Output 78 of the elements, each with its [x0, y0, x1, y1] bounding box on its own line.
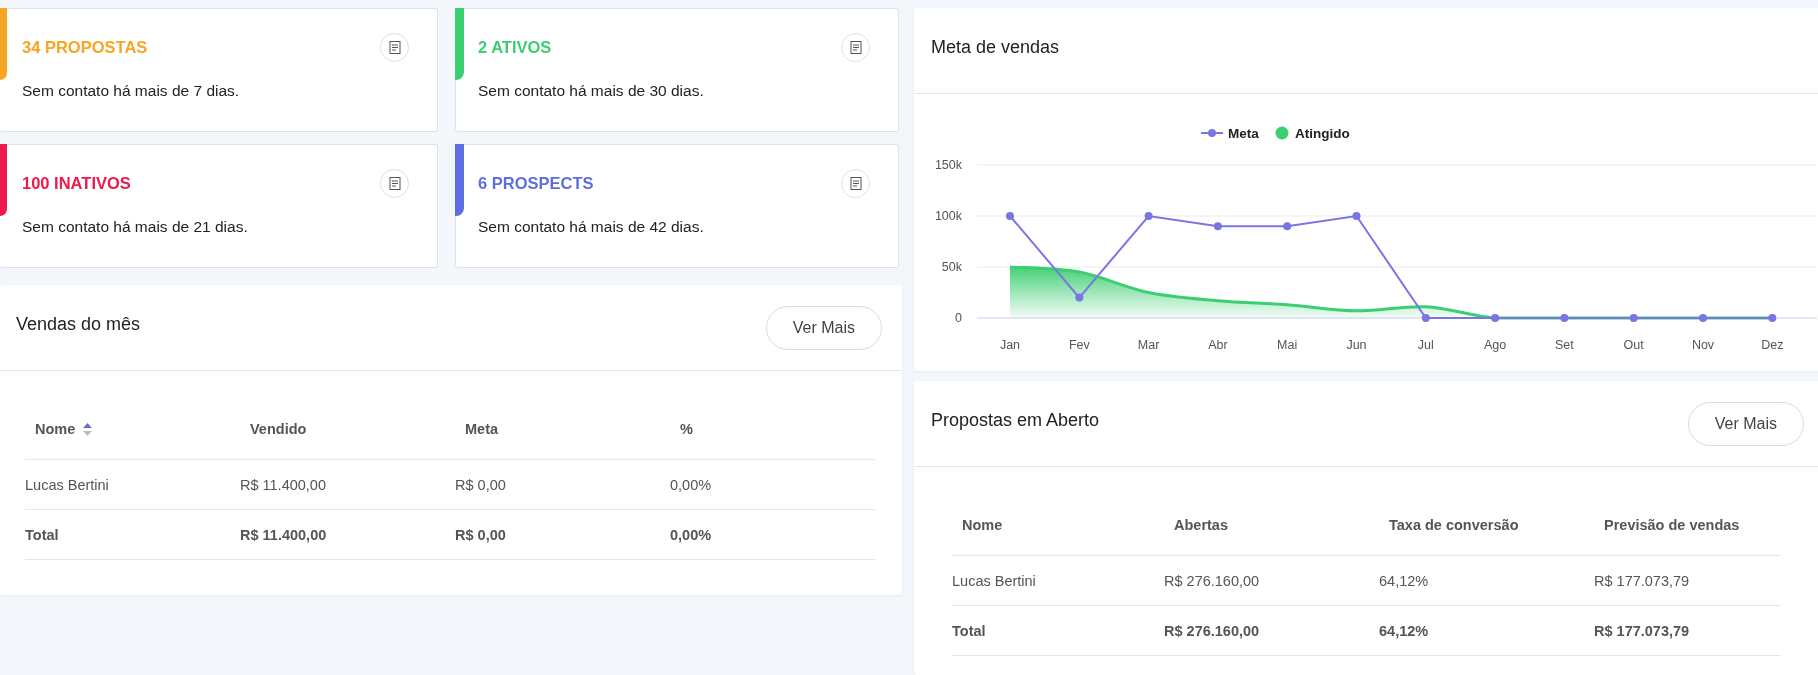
line-point — [1699, 314, 1707, 322]
x-tick-label: Set — [1555, 338, 1574, 352]
total-cell: 0,00% — [670, 526, 712, 543]
see-more-button[interactable]: Ver Mais — [765, 305, 882, 350]
column-header: Vendido — [250, 421, 307, 437]
alert-title: 34 PROPOSTAS — [22, 38, 148, 57]
column-header: % — [680, 421, 693, 437]
column-header[interactable]: Nome — [35, 421, 76, 437]
line-point — [1213, 222, 1222, 231]
total-cell: R$ 177.073,79 — [1594, 622, 1690, 639]
table-cell: Lucas Bertini — [952, 572, 1036, 589]
x-tick-label: Nov — [1691, 338, 1715, 352]
alert-title: 6 PROSPECTS — [478, 174, 594, 193]
column-header: Meta — [465, 421, 499, 437]
table-cell: R$ 276.160,00 — [1164, 572, 1260, 589]
x-tick-label: Ago — [1483, 338, 1507, 352]
line-point — [1491, 314, 1500, 322]
x-tick-label: Mar — [1137, 338, 1160, 352]
line-point — [1421, 314, 1430, 322]
table-cell: R$ 177.073,79 — [1594, 572, 1690, 589]
document-icon — [849, 41, 862, 54]
document-icon — [388, 41, 401, 54]
table-cell: R$ 0,00 — [455, 476, 506, 493]
total-cell: 64,12% — [1379, 622, 1429, 639]
y-tick-label: 100k — [934, 209, 962, 223]
line-point — [1560, 314, 1569, 322]
document-button[interactable] — [380, 33, 409, 62]
legend-marker — [1275, 126, 1289, 140]
x-tick-label: Jan — [999, 338, 1021, 352]
legend-marker[interactable] — [1200, 129, 1224, 137]
table-cell: R$ 11.400,00 — [240, 476, 326, 493]
x-tick-label: Fev — [1068, 338, 1090, 352]
line-point — [1075, 293, 1084, 302]
document-button[interactable] — [841, 169, 870, 198]
panel-title: Propostas em Aberto — [931, 410, 1100, 431]
table-cell: Lucas Bertini — [25, 476, 109, 493]
document-icon — [849, 177, 862, 190]
x-tick-label: Jul — [1417, 338, 1434, 352]
line-point — [1629, 314, 1638, 322]
total-cell: R$ 276.160,00 — [1164, 622, 1260, 639]
see-more-button[interactable]: Ver Mais — [1687, 401, 1804, 446]
total-cell: R$ 0,00 — [455, 526, 506, 543]
x-tick-label: Jun — [1346, 338, 1367, 352]
y-tick-label: 150k — [934, 158, 962, 172]
column-header: Nome — [962, 517, 1003, 533]
panel-title: Meta de vendas — [931, 37, 1060, 58]
legend-label: Meta — [1228, 126, 1259, 141]
total-cell: Total — [952, 622, 986, 639]
line-point — [1006, 212, 1014, 220]
sort-icon[interactable] — [83, 422, 93, 436]
table-cell: 64,12% — [1379, 572, 1429, 589]
document-button[interactable] — [380, 169, 409, 198]
y-tick-label: 50k — [941, 260, 962, 274]
x-tick-label: Dez — [1761, 338, 1784, 352]
alert-description: Sem contato há mais de 30 dias. — [478, 82, 705, 100]
alert-title: 100 INATIVOS — [22, 174, 131, 193]
total-cell: R$ 11.400,00 — [240, 526, 327, 543]
line-point — [1144, 212, 1153, 220]
line-point — [1283, 222, 1292, 231]
alert-description: Sem contato há mais de 7 dias. — [22, 82, 241, 100]
alert-description: Sem contato há mais de 42 dias. — [478, 218, 705, 236]
line-point — [1768, 314, 1777, 322]
document-icon — [388, 177, 401, 190]
document-button[interactable] — [841, 33, 870, 62]
legend-label: Atingido — [1295, 126, 1350, 141]
alert-description: Sem contato há mais de 21 dias. — [22, 218, 249, 236]
column-header: Previsão de vendas — [1604, 517, 1740, 533]
total-cell: Total — [25, 526, 59, 543]
line-point — [1352, 212, 1361, 220]
column-header: Taxa de conversão — [1389, 517, 1519, 533]
alert-title: 2 ATIVOS — [478, 38, 552, 57]
panel-title: Vendas do mês — [16, 314, 141, 335]
column-header: Abertas — [1174, 517, 1228, 533]
x-tick-label: Out — [1623, 338, 1644, 352]
y-tick-label: 0 — [955, 311, 962, 325]
x-tick-label: Mai — [1277, 338, 1298, 352]
x-tick-label: Abr — [1208, 338, 1228, 352]
table-cell: 0,00% — [670, 476, 712, 493]
